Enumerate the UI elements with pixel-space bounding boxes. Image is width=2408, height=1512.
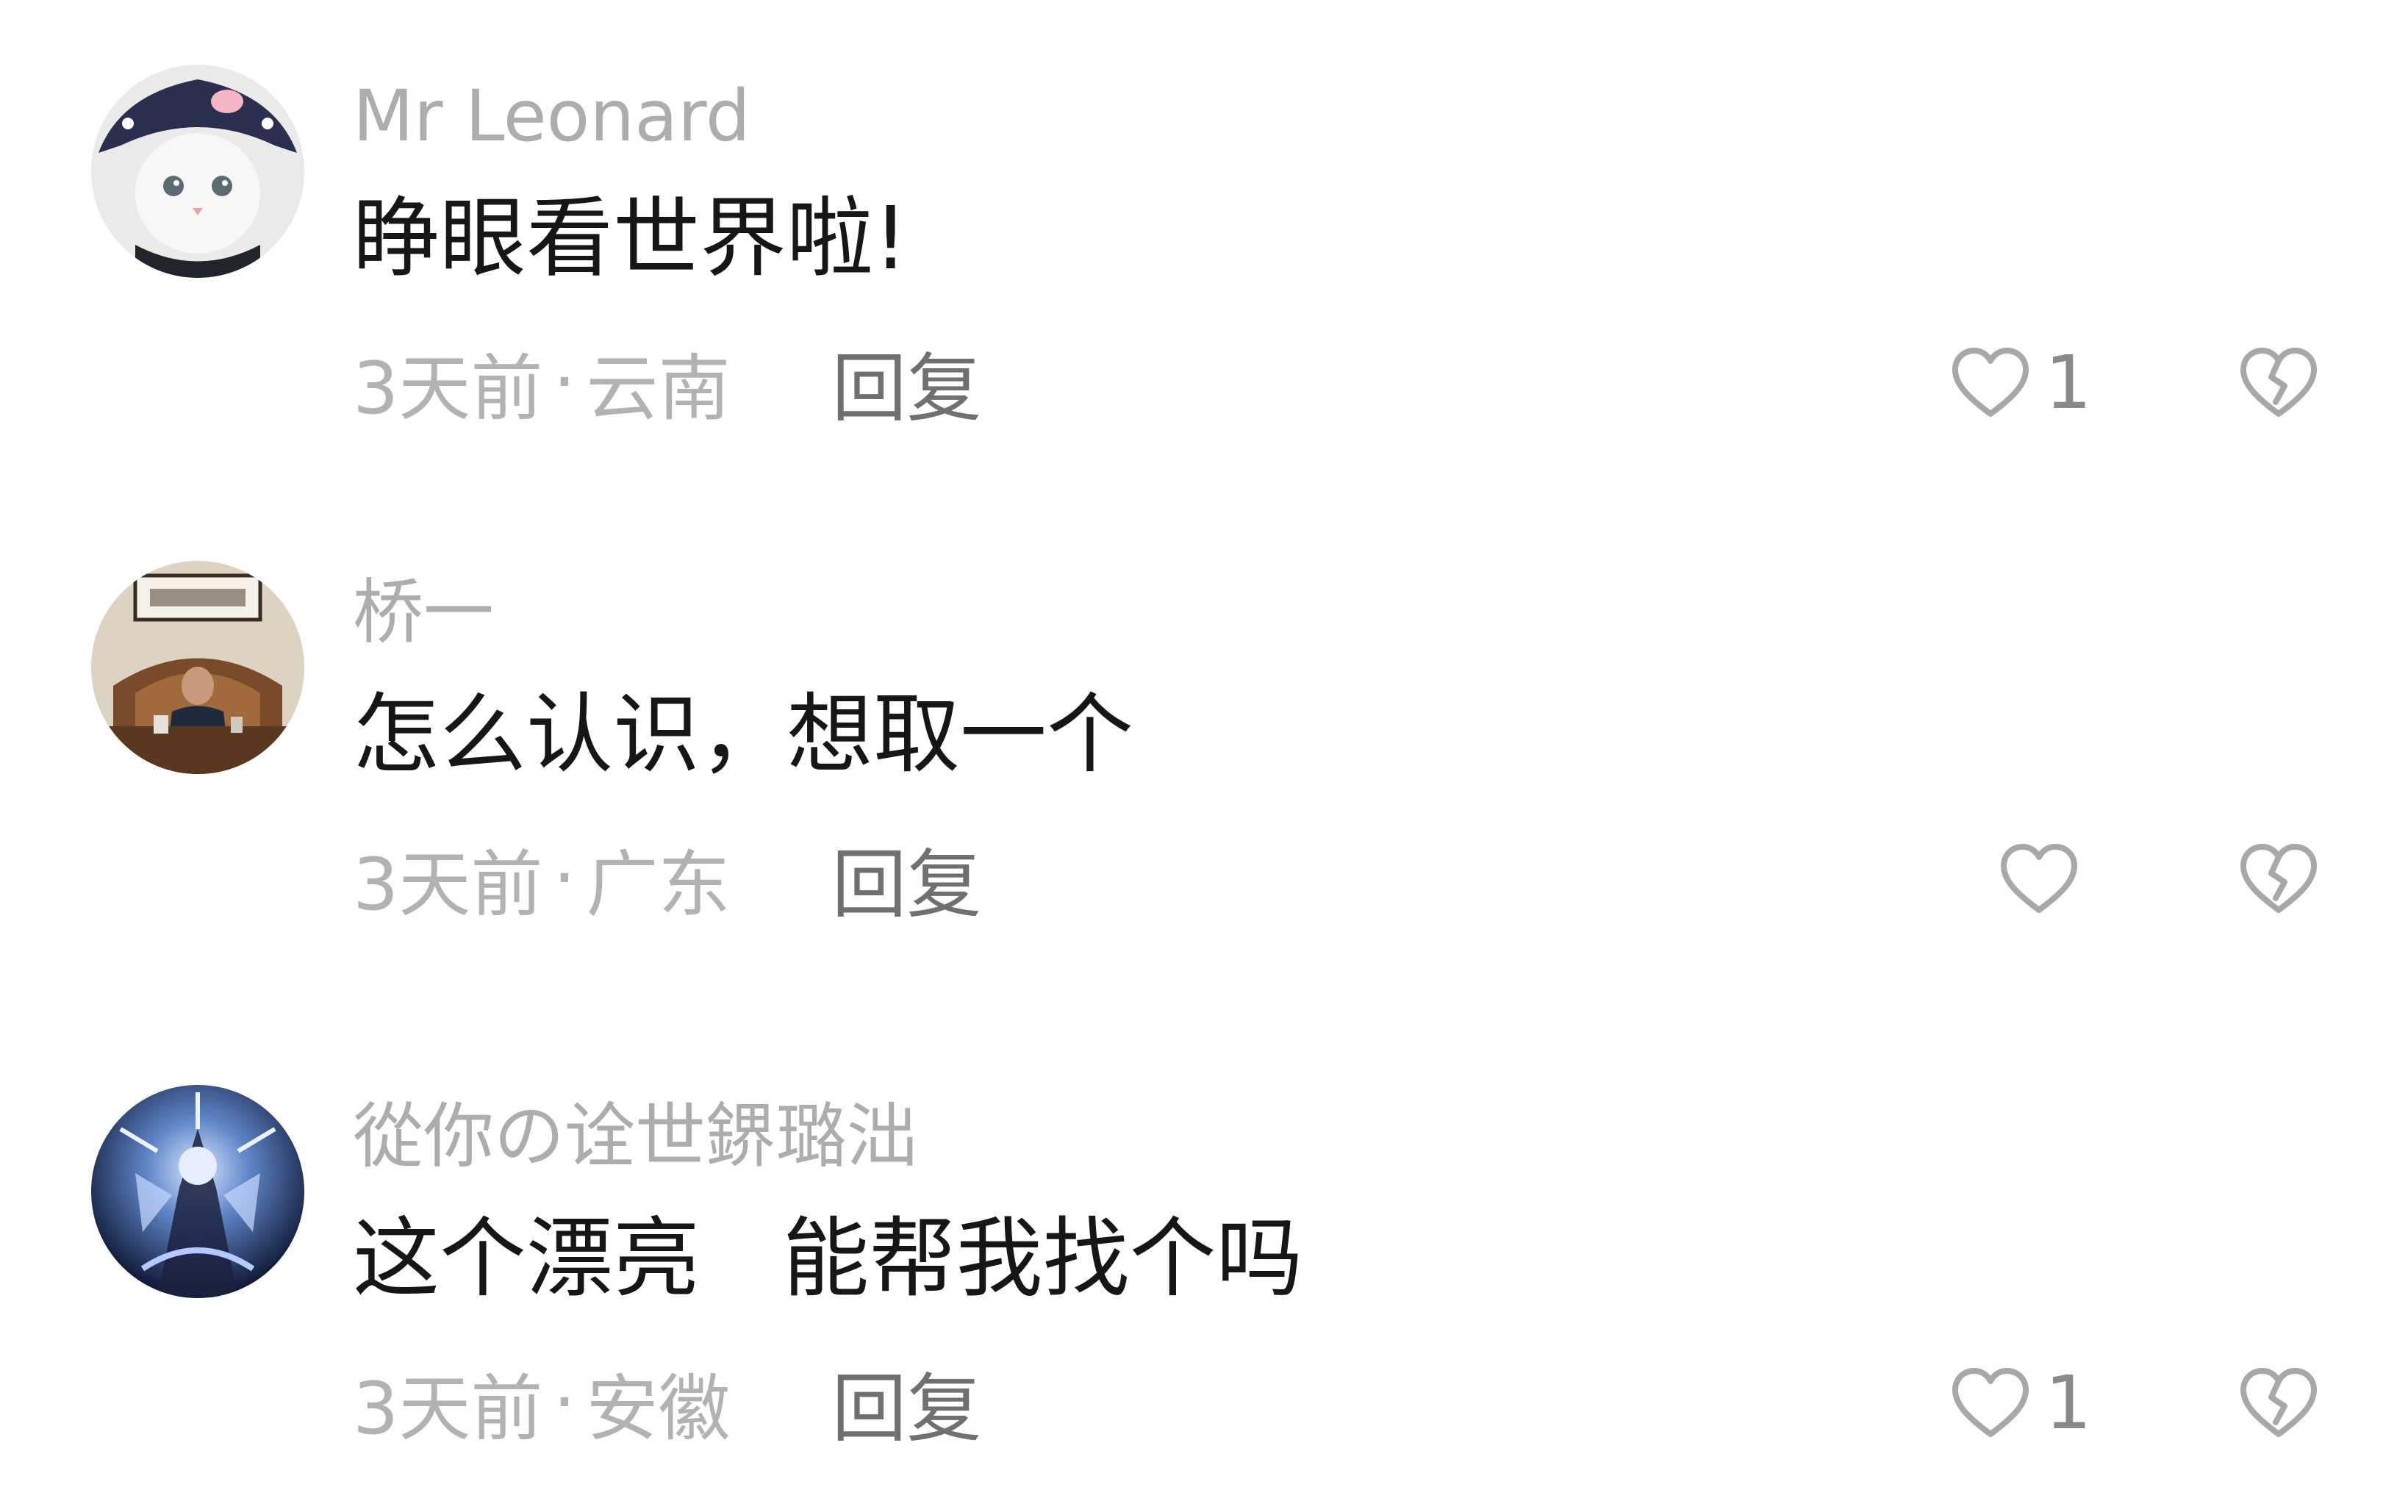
meta-separator: · xyxy=(553,340,576,424)
comment-list: Mr Leonard 睁眼看世界啦! 3天前 · 云南 回复 1 桥一 怎么认识… xyxy=(0,0,2408,1512)
comment-item: Mr Leonard 睁眼看世界啦! 3天前 · 云南 回复 1 xyxy=(0,0,2408,456)
comment-meta: 3天前 · 安徽 回复 xyxy=(353,1355,982,1453)
heart-outline-icon xyxy=(1952,348,2029,417)
comment-text: 怎么认识，想取一个 xyxy=(353,684,1134,785)
dislike-button[interactable] xyxy=(2236,1358,2321,1447)
anime-character-avatar-image xyxy=(91,1085,304,1298)
avatar[interactable] xyxy=(91,561,304,774)
office-photo-avatar-image xyxy=(91,561,304,774)
reply-button[interactable]: 回复 xyxy=(832,825,982,933)
comment-text: 这个漂亮 能帮我找个吗 xyxy=(353,1208,1303,1309)
like-button[interactable] xyxy=(1996,834,2082,922)
username[interactable]: 桥一 xyxy=(353,568,494,656)
meta-separator: · xyxy=(553,836,576,920)
like-button[interactable]: 1 xyxy=(1948,1358,2092,1447)
username[interactable]: 從你の诠世鎅璐泏 xyxy=(353,1092,917,1180)
dislike-button[interactable] xyxy=(2236,338,2321,426)
avatar[interactable] xyxy=(91,65,304,278)
like-count: 1 xyxy=(2045,1359,2092,1446)
comment-item: 桥一 怎么认识，想取一个 3天前 · 广东 回复 xyxy=(0,496,2408,952)
reply-button[interactable]: 回复 xyxy=(832,329,982,437)
comment-location: 广东 xyxy=(586,843,731,927)
heart-outline-icon xyxy=(1952,1368,2029,1437)
broken-heart-icon xyxy=(2240,844,2317,913)
comment-time: 3天前 xyxy=(353,347,543,431)
heart-outline-icon xyxy=(2001,844,2077,913)
comment-meta: 3天前 · 云南 回复 xyxy=(353,334,982,433)
comment-time: 3天前 xyxy=(353,843,543,927)
broken-heart-icon xyxy=(2240,1368,2317,1437)
comment-location: 云南 xyxy=(586,347,731,431)
cat-avatar-image xyxy=(91,65,304,278)
comment-text: 睁眼看世界啦! xyxy=(353,187,909,289)
meta-separator: · xyxy=(553,1361,576,1444)
comment-time: 3天前 xyxy=(353,1367,543,1451)
comment-location: 安徽 xyxy=(586,1367,731,1451)
like-button[interactable]: 1 xyxy=(1948,338,2092,426)
like-count: 1 xyxy=(2045,339,2092,426)
dislike-button[interactable] xyxy=(2236,834,2321,922)
comment-item: 從你の诠世鎅璐泏 这个漂亮 能帮我找个吗 3天前 · 安徽 回复 1 xyxy=(0,1020,2408,1476)
avatar[interactable] xyxy=(91,1085,304,1298)
broken-heart-icon xyxy=(2240,348,2317,417)
username[interactable]: Mr Leonard xyxy=(353,72,750,160)
reply-button[interactable]: 回复 xyxy=(832,1349,982,1457)
comment-meta: 3天前 · 广东 回复 xyxy=(353,831,982,929)
